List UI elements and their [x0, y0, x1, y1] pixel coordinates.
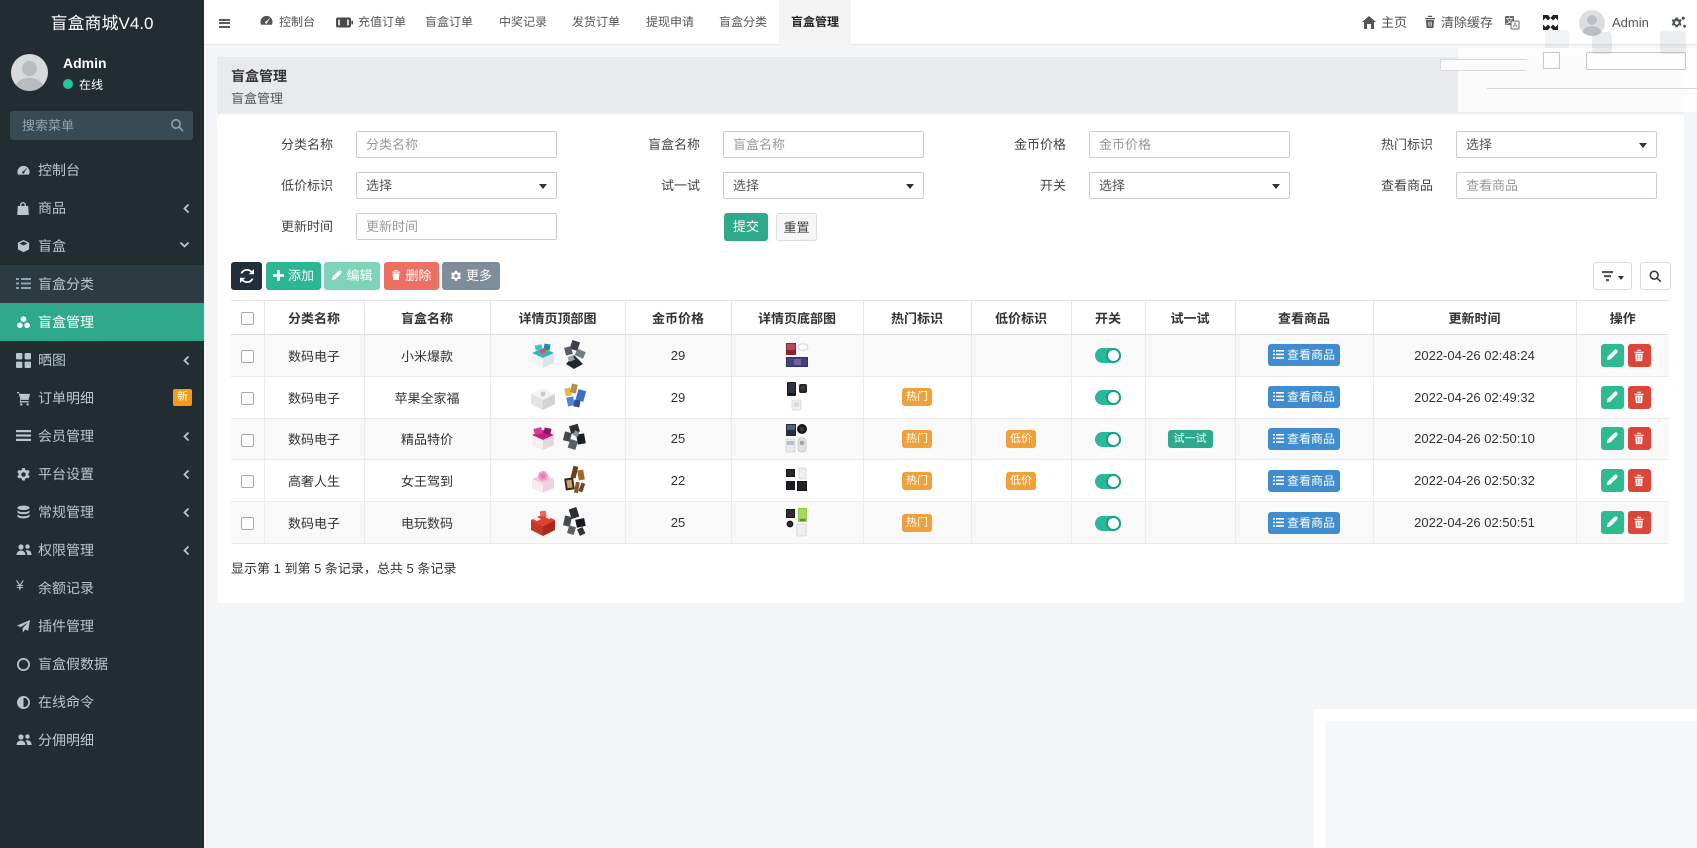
svg-text:A: A [1513, 23, 1518, 30]
